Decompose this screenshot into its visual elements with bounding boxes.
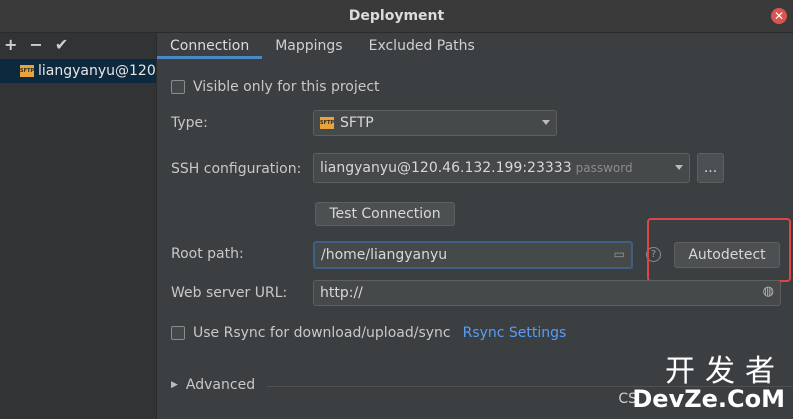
ssh-label: SSH configuration: [171, 161, 302, 177]
tab-bar: Connection Mappings Excluded Paths [157, 33, 793, 59]
sidebar-toolbar: + − ✔ [0, 33, 156, 55]
rsync-label: Use Rsync for download/upload/sync [193, 325, 451, 341]
server-name: liangyanyu@120.46.132.199:23333 [38, 63, 156, 79]
root-path-value: /home/liangyanyu [321, 247, 448, 263]
add-icon[interactable]: + [4, 35, 17, 54]
type-value: SFTP [340, 115, 374, 131]
visible-only-checkbox[interactable] [171, 80, 185, 94]
ssh-browse-button[interactable]: ... [697, 153, 724, 183]
check-icon[interactable]: ✔ [55, 35, 68, 54]
close-icon[interactable]: ✕ [771, 8, 787, 24]
web-url-row: Web server URL: [171, 285, 287, 301]
rsync-settings-link[interactable]: Rsync Settings [463, 325, 567, 341]
tab-mappings[interactable]: Mappings [262, 33, 355, 59]
type-label: Type: [171, 115, 208, 131]
web-url-value: http:// [320, 285, 363, 301]
tab-excluded-paths[interactable]: Excluded Paths [356, 33, 488, 59]
chevron-right-icon: ▶ [171, 380, 178, 390]
ssh-config-select[interactable]: liangyanyu@120.46.132.199:23333 password [313, 153, 690, 183]
site-watermark: 开发者 DevZe.CoM [632, 354, 785, 413]
visible-only-label: Visible only for this project [193, 79, 380, 95]
test-connection-button[interactable]: Test Connection [315, 202, 455, 226]
chevron-down-icon [542, 120, 550, 125]
remove-icon[interactable]: − [29, 35, 42, 54]
rsync-row: Use Rsync for download/upload/sync Rsync… [171, 325, 566, 341]
watermark-top: 开发者 [665, 354, 785, 389]
type-row: Type: [171, 115, 208, 131]
web-url-label: Web server URL: [171, 285, 288, 301]
folder-icon[interactable]: ▭ [614, 247, 625, 261]
server-list-item[interactable]: SFTP liangyanyu@120.46.132.199:23333 [0, 59, 156, 83]
window-title: Deployment [348, 8, 445, 24]
root-path-label: Root path: [171, 246, 244, 262]
server-list-sidebar: + − ✔ SFTP liangyanyu@120.46.132.199:233… [0, 33, 157, 419]
chevron-down-icon [675, 165, 683, 170]
tab-connection[interactable]: Connection [157, 33, 263, 59]
ssh-row: SSH configuration: [171, 161, 301, 177]
root-path-input[interactable]: /home/liangyanyu ▭ [313, 241, 633, 269]
annotation-highlight-box [647, 218, 791, 282]
title-bar: Deployment ✕ [0, 0, 793, 33]
web-url-input[interactable]: http:// ◍ [313, 280, 781, 306]
ssh-auth: password [575, 161, 633, 175]
root-path-row: Root path: [171, 246, 244, 262]
advanced-label: Advanced [185, 377, 256, 393]
watermark-bottom: DevZe.CoM [632, 385, 785, 413]
globe-icon[interactable]: ◍ [763, 284, 774, 299]
visible-only-row: Visible only for this project [171, 79, 380, 95]
advanced-section[interactable]: ▶ Advanced [171, 377, 255, 393]
rsync-checkbox[interactable] [171, 326, 185, 340]
ssh-value: liangyanyu@120.46.132.199:23333 [320, 160, 572, 176]
sftp-icon: SFTP [20, 65, 34, 77]
sftp-icon: SFTP [320, 117, 334, 129]
type-select[interactable]: SFTP SFTP [313, 110, 557, 136]
